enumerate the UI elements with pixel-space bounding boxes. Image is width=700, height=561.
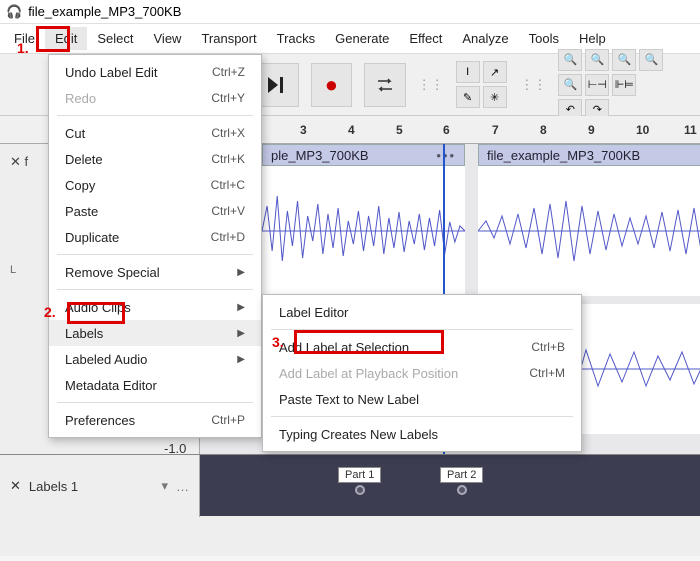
clip-label[interactable]: file_example_MP3_700KB [478,144,700,166]
zoom-in-button[interactable]: 🔍 [558,49,582,71]
menu-effect[interactable]: Effect [399,27,452,50]
label-marker[interactable]: Part 1 [338,467,381,495]
clip-label[interactable]: ple_MP3_700KB••• [262,144,465,166]
menu-item-remove-special[interactable]: Remove Special▶ [49,259,261,285]
window-title: file_example_MP3_700KB [28,4,181,19]
menu-item-audio-clips[interactable]: Audio Clips▶ [49,294,261,320]
ruler-tick: 5 [396,123,403,137]
chevron-right-icon: ▶ [237,328,245,339]
menu-item-preferences[interactable]: PreferencesCtrl+P [49,407,261,433]
menu-select[interactable]: Select [87,27,143,50]
menu-tracks[interactable]: Tracks [267,27,326,50]
track-menu-icon[interactable]: … [176,479,189,494]
loop-button[interactable] [364,63,406,107]
menu-analyze[interactable]: Analyze [452,27,518,50]
ruler-tick: 4 [348,123,355,137]
trim-button[interactable]: ⊢⊣ [585,74,609,96]
zoom-out-button[interactable]: 🔍 [585,49,609,71]
chevron-right-icon: ▶ [237,354,245,365]
menu-view[interactable]: View [144,27,192,50]
label-track: ✕ Labels 1 ▾ … Part 1 Part 2 [0,454,700,516]
fit-selection-button[interactable]: 🔍 [612,49,636,71]
ruler-tick: 3 [300,123,307,137]
ruler-tick: 8 [540,123,547,137]
menu-item-add-label-at-playback-position: Add Label at Playback PositionCtrl+M [263,360,581,386]
menu-item-labels[interactable]: Labels▶ [49,320,261,346]
annotation-3: 3. [272,334,284,350]
menu-item-delete[interactable]: DeleteCtrl+K [49,146,261,172]
label-track-header[interactable]: ✕ Labels 1 ▾ … [0,455,200,517]
ruler-tick: 10 [636,123,649,137]
label-marker[interactable]: Part 2 [440,467,483,495]
chevron-right-icon: ▶ [237,267,245,278]
menu-help[interactable]: Help [569,27,616,50]
label-track-name: Labels 1 [29,479,78,494]
chevron-right-icon: ▶ [237,302,245,313]
menu-item-copy[interactable]: CopyCtrl+C [49,172,261,198]
waveform[interactable] [478,166,700,296]
ruler-tick: 9 [588,123,595,137]
zoom-group: 🔍 🔍 🔍 🔍 🔍 ⊢⊣ ⊩⊨ ↶ ↷ [558,61,690,109]
clip-menu-icon[interactable]: ••• [436,148,456,163]
menu-item-label-editor[interactable]: Label Editor [263,299,581,325]
menu-item-undo-label-edit[interactable]: Undo Label EditCtrl+Z [49,59,261,85]
fit-project-button[interactable]: 🔍 [639,49,663,71]
envelope-tool[interactable]: ↗ [483,61,507,83]
track-close-icon[interactable]: ✕ f [10,154,28,170]
multi-tool[interactable]: ✳ [483,86,507,108]
title-bar: 🎧 file_example_MP3_700KB [0,0,700,24]
tool-group: I ↗ ✎ ✳ [456,61,509,109]
chevron-down-icon[interactable]: ▾ [161,478,168,494]
ruler-tick: 11 [684,123,697,137]
menu-item-cut[interactable]: CutCtrl+X [49,120,261,146]
zoom-toggle-button[interactable]: 🔍 [558,74,582,96]
label-track-body[interactable]: Part 1 Part 2 [200,455,700,517]
track-close-icon[interactable]: ✕ [10,478,21,494]
ibeam-tool[interactable]: I [456,61,480,83]
play-skip-button[interactable] [257,63,299,107]
menu-item-duplicate[interactable]: DuplicateCtrl+D [49,224,261,250]
menu-generate[interactable]: Generate [325,27,399,50]
labels-submenu: Label Editor Add Label at SelectionCtrl+B… [262,294,582,452]
draw-tool[interactable]: ✎ [456,86,480,108]
record-button[interactable]: ● [311,63,353,107]
ruler-tick: 6 [443,123,450,137]
menu-item-typing-creates-new-labels[interactable]: Typing Creates New Labels [263,421,581,447]
channel-label: L [10,264,16,276]
menu-item-metadata-editor[interactable]: Metadata Editor [49,372,261,398]
toolbar-grip-icon: ⋮⋮ [520,77,546,93]
bottom-panel [0,516,700,556]
silence-button[interactable]: ⊩⊨ [612,74,636,96]
menu-edit[interactable]: Edit [45,27,87,50]
menu-item-paste[interactable]: PasteCtrl+V [49,198,261,224]
waveform[interactable] [262,166,465,296]
menu-tools[interactable]: Tools [519,27,569,50]
menu-item-add-label-at-selection[interactable]: Add Label at SelectionCtrl+B [263,334,581,360]
ruler-tick: 7 [492,123,499,137]
annotation-2: 2. [44,304,56,320]
menu-transport[interactable]: Transport [191,27,266,50]
menu-item-redo: RedoCtrl+Y [49,85,261,111]
edit-menu: Undo Label EditCtrl+ZRedoCtrl+Y CutCtrl+X… [48,54,262,438]
menu-item-labeled-audio[interactable]: Labeled Audio▶ [49,346,261,372]
app-icon: 🎧 [6,4,22,20]
menu-item-paste-text-to-new-label[interactable]: Paste Text to New Label [263,386,581,412]
toolbar-grip-icon: ⋮⋮ [418,77,444,93]
annotation-1: 1. [17,40,29,56]
